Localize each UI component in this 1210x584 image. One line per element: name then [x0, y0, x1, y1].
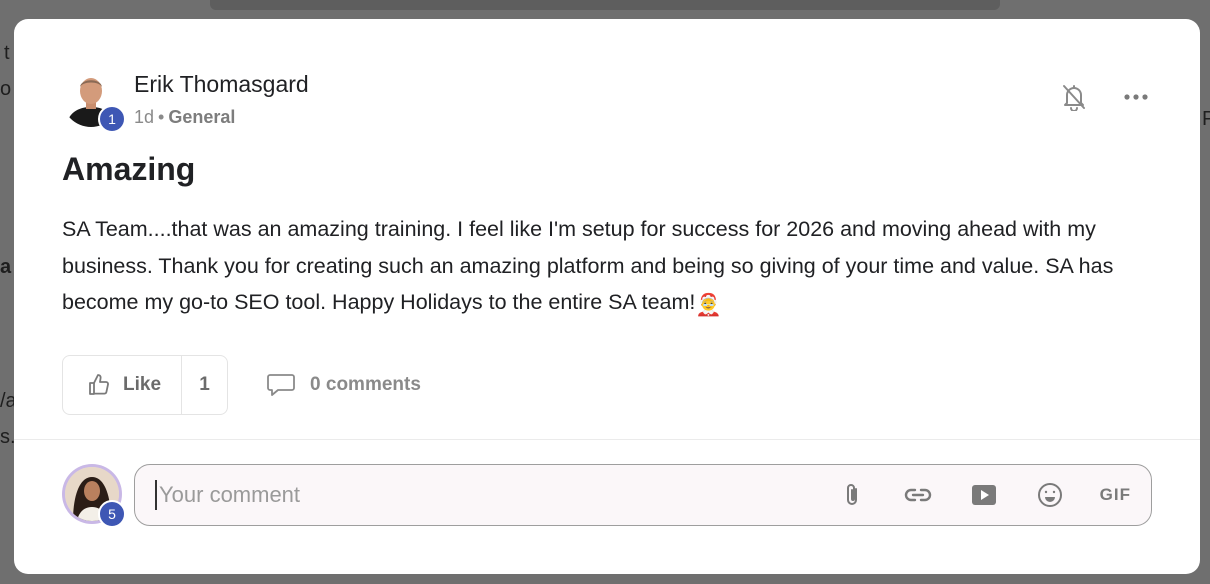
post-header-actions: [1058, 81, 1152, 113]
background-text-fragment: o: [0, 78, 12, 100]
comment-tools: GIF: [836, 479, 1131, 511]
author-name[interactable]: Erik Thomasgard: [134, 71, 309, 98]
bell-off-icon[interactable]: [1058, 81, 1090, 113]
like-label: Like: [123, 374, 162, 395]
background-topbar: [210, 0, 1000, 10]
author-avatar[interactable]: 1: [62, 69, 126, 133]
comments-label: 0 comments: [310, 374, 421, 395]
like-group: Like 1: [62, 355, 229, 415]
emoji-icon[interactable]: [1034, 479, 1066, 511]
like-button[interactable]: Like: [63, 356, 181, 414]
background-text-fragment: P: [1202, 108, 1210, 130]
comment-input[interactable]: [155, 480, 836, 510]
mrs-claus-emoji-icon: 🤶: [695, 293, 723, 317]
post-category[interactable]: General: [168, 107, 235, 127]
video-icon[interactable]: [968, 479, 1000, 511]
post-title: Amazing: [62, 151, 196, 187]
background-text-fragment: a: [0, 256, 12, 278]
comments-button[interactable]: 0 comments: [266, 372, 421, 398]
link-icon[interactable]: [902, 479, 934, 511]
post-header: 1 Erik Thomasgard 1d • General: [62, 69, 1152, 133]
divider: [14, 439, 1200, 440]
thumbs-up-icon: [89, 374, 109, 395]
post-actions: Like 1 0 comments: [62, 355, 421, 415]
meta-separator: •: [158, 107, 165, 127]
post-body-text: SA Team....that was an amazing training.…: [62, 217, 1114, 314]
post-meta: 1d • General: [134, 107, 235, 128]
current-user-level-badge: 5: [98, 500, 126, 528]
gif-button[interactable]: GIF: [1100, 479, 1131, 511]
like-count[interactable]: 1: [181, 356, 227, 414]
post-body: SA Team....that was an amazing training.…: [62, 211, 1152, 324]
paperclip-icon[interactable]: [836, 479, 868, 511]
more-horizontal-icon[interactable]: [1120, 81, 1152, 113]
background-text-fragment: t: [4, 42, 10, 64]
comment-composer: 5 Your comment GIF: [62, 464, 1152, 528]
current-user-avatar[interactable]: 5: [62, 464, 126, 528]
comment-bubble-icon: [267, 374, 295, 396]
author-level-badge: 1: [98, 105, 126, 133]
post-modal: 1 Erik Thomasgard 1d • General Amazing S…: [14, 19, 1200, 574]
comment-box: GIF: [134, 464, 1152, 526]
post-time: 1d: [134, 107, 155, 127]
